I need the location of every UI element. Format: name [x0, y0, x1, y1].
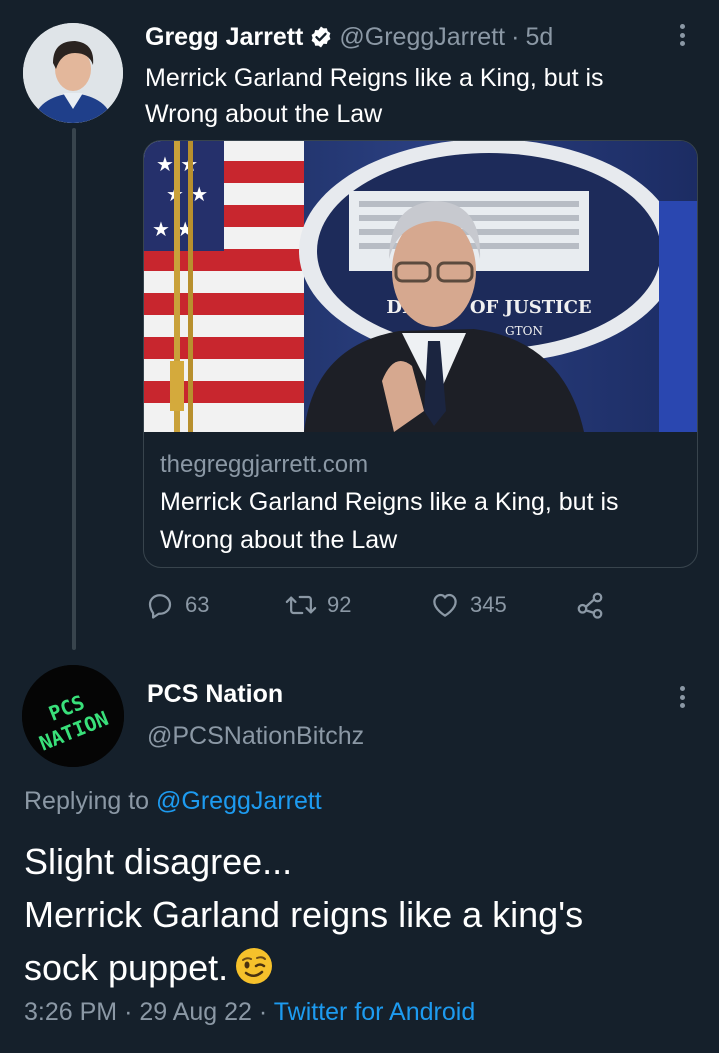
tweet2-display-name[interactable]: PCS Nation	[147, 680, 283, 709]
tweet1-text-line: Merrick Garland Reigns like a King, but …	[145, 64, 604, 92]
tweet2-date[interactable]: 29 Aug 22	[139, 998, 252, 1026]
pcs-nation-logo-icon: PCS NATION	[22, 665, 124, 767]
tweet2-handle[interactable]: @PCSNationBitchz	[147, 722, 364, 751]
replying-to-line: Replying to @GreggJarrett	[24, 787, 322, 816]
verified-badge-icon	[309, 25, 333, 49]
like-button[interactable]: 345	[430, 590, 575, 620]
tweet2-text-line: sock puppet.	[24, 947, 229, 988]
tweet1-action-bar: 63 92 345	[145, 587, 615, 623]
reply-icon	[148, 594, 172, 619]
replying-mention-link[interactable]: @GreggJarrett	[156, 787, 322, 815]
reply-button[interactable]: 63	[145, 590, 285, 620]
card-domain: thegreggjarrett.com	[160, 451, 369, 478]
card-title-line: Wrong about the Law	[160, 526, 398, 554]
tweet1-text: Merrick Garland Reigns like a King, but …	[145, 60, 685, 132]
tweet1-timestamp[interactable]: 5d	[525, 23, 553, 52]
card-title: Merrick Garland Reigns like a King, but …	[160, 483, 685, 559]
tweet1-display-name[interactable]: Gregg Jarrett	[145, 23, 303, 52]
tweet2-meta: 3:26 PM · 29 Aug 22 · Twitter for Androi…	[24, 998, 475, 1027]
link-preview-image: ★ ★ ★ ★ ★ ★ DE NT OF JUSTICE GTON	[144, 141, 697, 432]
svg-text:★ ★: ★ ★	[166, 182, 208, 206]
like-count: 345	[470, 592, 507, 617]
tweet2-more-options-icon[interactable]	[671, 682, 693, 712]
retweet-count: 92	[327, 592, 352, 617]
seal-subtext: GTON	[505, 324, 543, 338]
winking-face-icon	[234, 946, 274, 986]
gregg-jarrett-avatar[interactable]	[23, 23, 123, 123]
share-icon	[577, 592, 603, 619]
profile-photo-icon	[23, 23, 123, 123]
tweet1-more-options-icon[interactable]	[671, 20, 693, 50]
separator-dot: ·	[258, 998, 268, 1026]
separator-dot: ·	[124, 998, 133, 1026]
thread-connector-line	[72, 128, 76, 650]
tweet2-text: Slight disagree... Merrick Garland reign…	[24, 835, 704, 994]
tweet-source-link[interactable]: Twitter for Android	[274, 998, 475, 1026]
link-preview-card[interactable]: ★ ★ ★ ★ ★ ★ DE NT OF JUSTICE GTON	[143, 140, 698, 568]
tweet1-handle[interactable]: @GreggJarrett	[339, 23, 505, 52]
tweet2-text-line: Merrick Garland reigns like a king's	[24, 894, 584, 935]
retweet-icon	[285, 595, 317, 615]
reply-count: 63	[185, 592, 210, 617]
tweet2-text-line: Slight disagree...	[24, 841, 293, 882]
separator-dot: ·	[511, 22, 520, 51]
tweet1-text-line: Wrong about the Law	[145, 100, 383, 128]
tweet1-header: Gregg Jarrett @GreggJarrett · 5d	[145, 20, 699, 54]
replying-prefix: Replying to	[24, 787, 150, 815]
tweet2-time[interactable]: 3:26 PM	[24, 998, 117, 1026]
share-button[interactable]	[575, 590, 615, 620]
svg-text:★ ★: ★ ★	[152, 217, 194, 241]
pcs-nation-avatar[interactable]: PCS NATION	[22, 665, 124, 767]
tweet2-text-line-last: sock puppet.	[24, 941, 704, 994]
retweet-button[interactable]: 92	[285, 590, 430, 620]
heart-icon	[433, 593, 457, 617]
card-title-line: Merrick Garland Reigns like a King, but …	[160, 488, 619, 516]
